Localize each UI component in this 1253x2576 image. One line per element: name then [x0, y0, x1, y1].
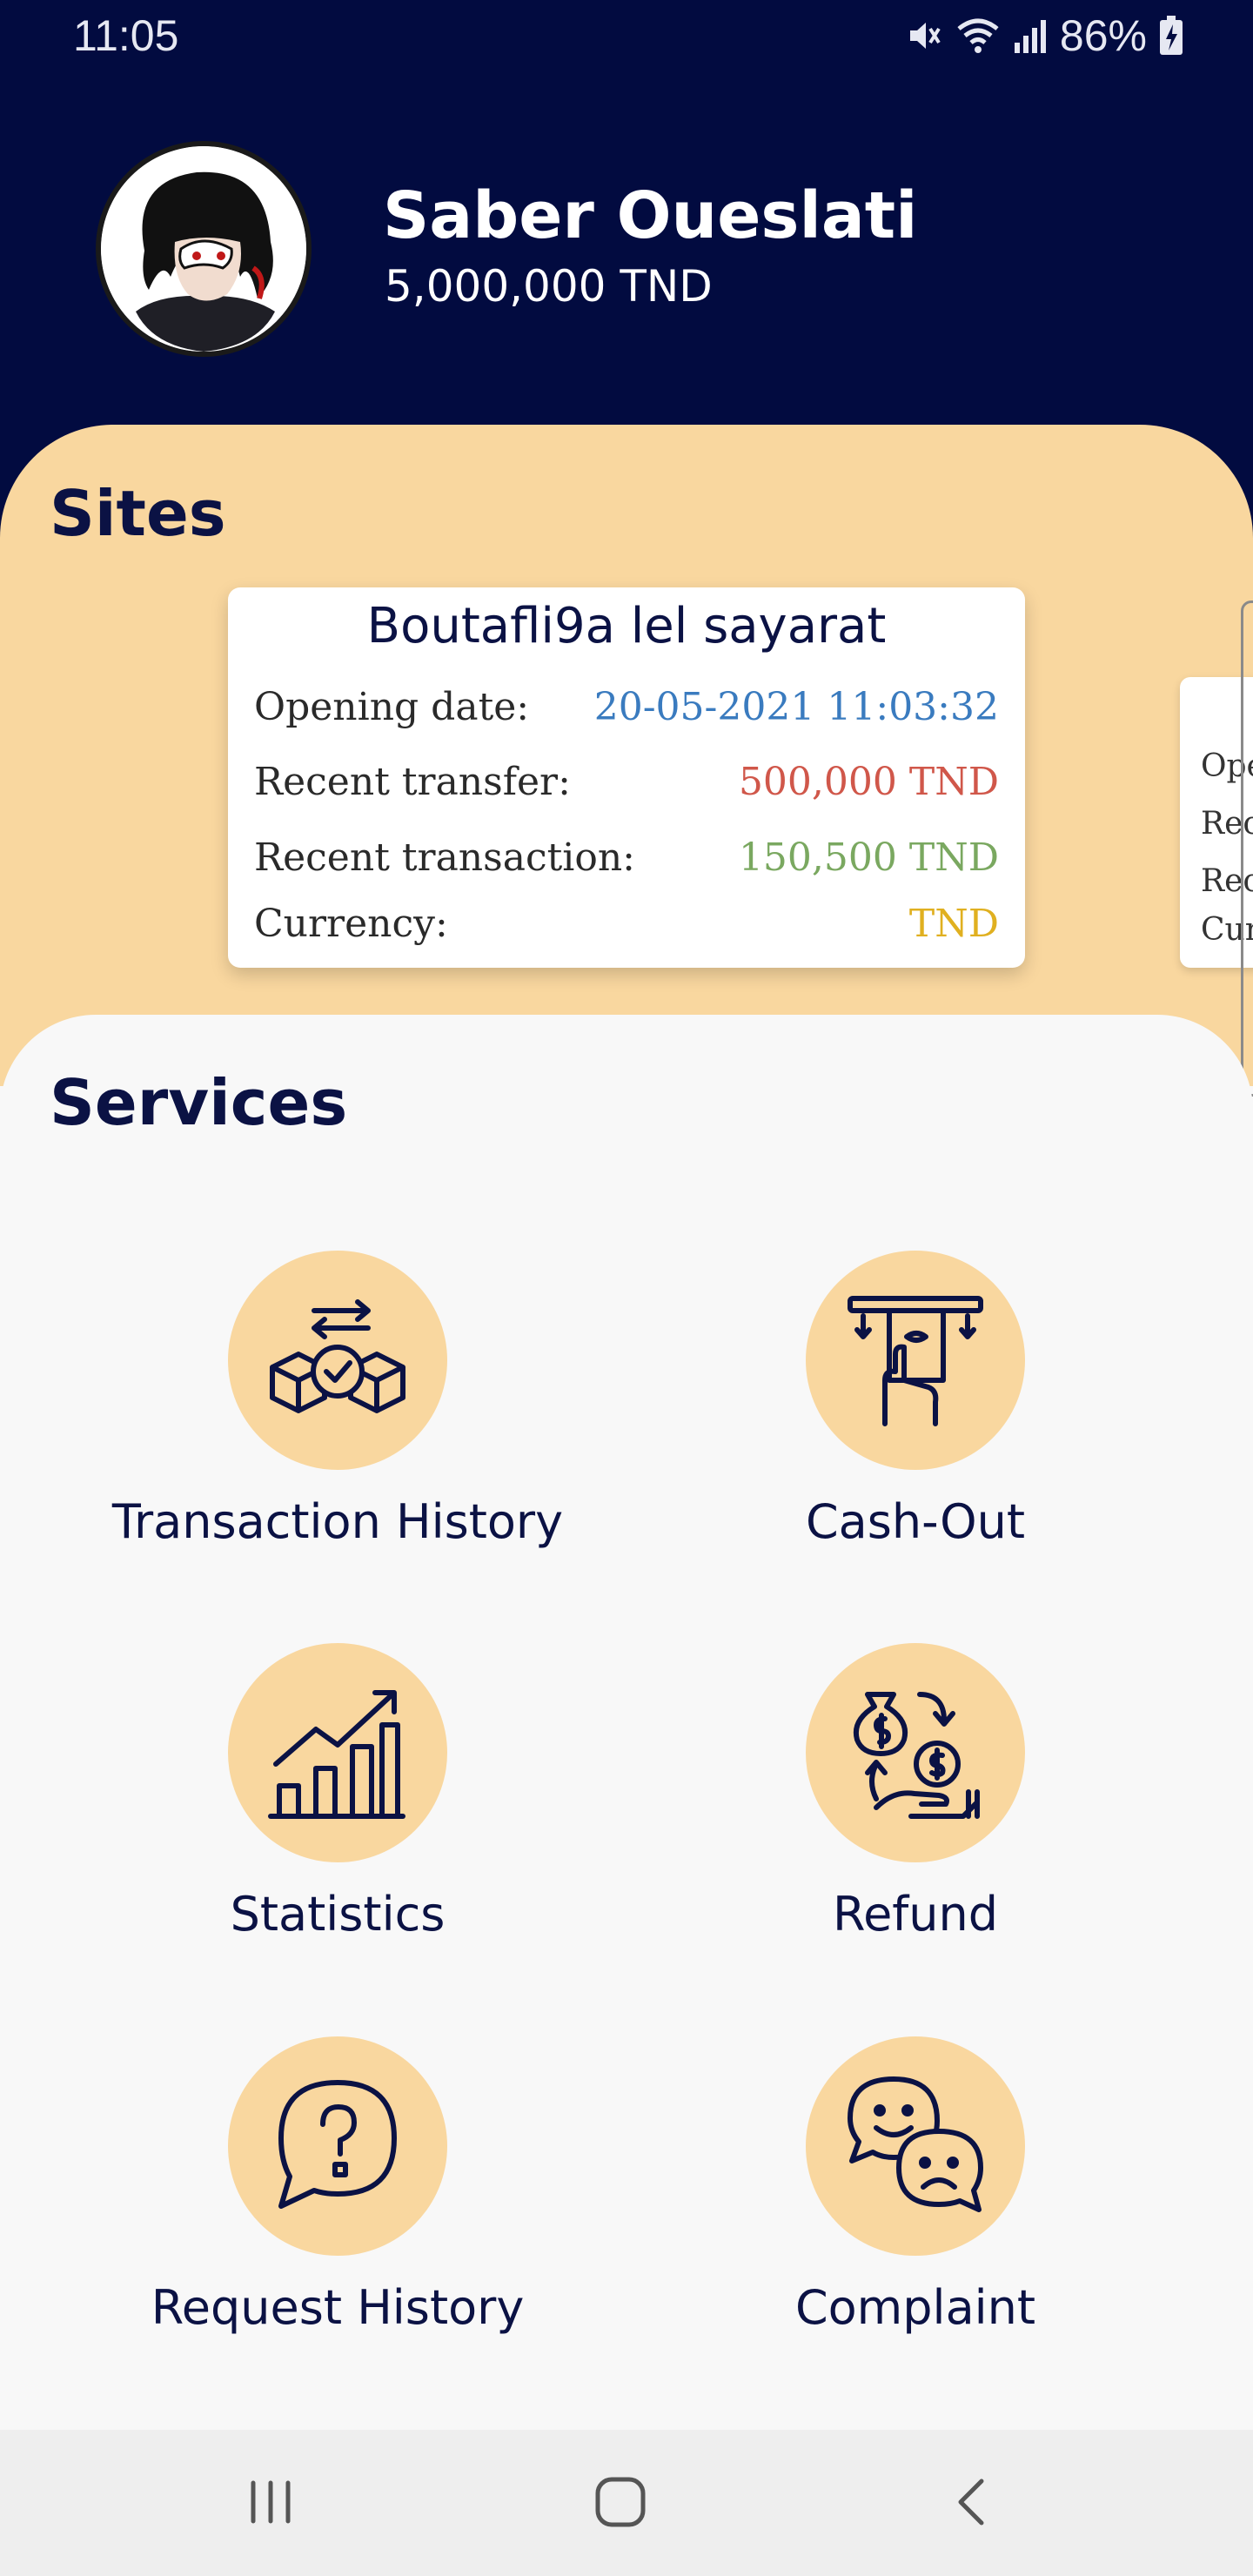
service-label: Statistics	[230, 1887, 446, 1942]
service-label: Cash-Out	[805, 1494, 1026, 1549]
card-row-recent-transfer: Recent transfer: 500,000 TND	[254, 760, 999, 804]
back-button[interactable]	[933, 2465, 1011, 2543]
service-cash-out[interactable]: Cash-Out	[637, 1251, 1194, 1564]
service-icon-circle	[228, 1643, 447, 1862]
happy-sad-faces-icon	[841, 2070, 989, 2222]
transaction-exchange-icon	[264, 1285, 412, 1436]
recent-apps-icon	[245, 2476, 297, 2532]
card-row-opening-date: Opening date: 20-05-2021 11:03:32	[254, 685, 999, 729]
status-icons: 86%	[905, 10, 1183, 61]
money-refund-icon	[841, 1677, 989, 1828]
site-card[interactable]: Boutafli9a lel sayarat Opening date: 20-…	[228, 587, 1025, 968]
service-icon-circle	[806, 2036, 1025, 2256]
status-bar: 11:05 86%	[0, 0, 1253, 73]
atm-cash-out-icon	[841, 1285, 989, 1436]
card-row-label: Recent transfer:	[254, 760, 571, 804]
service-transaction-history[interactable]: Transaction History	[59, 1251, 616, 1564]
system-nav-bar	[0, 2430, 1253, 2576]
card-row-label: Opening date:	[254, 685, 530, 729]
sites-title: Sites	[50, 477, 226, 550]
card-row-value: 20-05-2021 11:03:32	[593, 685, 999, 729]
user-name: Saber Oueslati	[383, 178, 918, 253]
card-row-value: 500,000 TND	[738, 760, 999, 804]
card-row-label: Currency:	[254, 902, 448, 946]
signal-icon	[1013, 17, 1048, 55]
home-icon	[593, 2474, 648, 2533]
growth-chart-icon	[264, 1677, 412, 1828]
card-row-currency: Currency: TND	[254, 902, 999, 946]
service-label: Transaction History	[111, 1494, 564, 1549]
service-statistics[interactable]: Statistics	[59, 1643, 616, 1956]
service-label: Request History	[151, 2280, 525, 2335]
service-icon-circle	[806, 1643, 1025, 1862]
services-title: Services	[50, 1066, 348, 1139]
question-bubble-icon	[264, 2070, 412, 2222]
service-icon-circle	[228, 1251, 447, 1470]
battery-charging-icon	[1159, 16, 1183, 56]
service-request-history[interactable]: Request History	[59, 2036, 616, 2350]
home-button[interactable]	[581, 2465, 660, 2543]
status-time: 11:05	[73, 11, 179, 60]
service-refund[interactable]: Refund	[637, 1643, 1194, 1956]
battery-percent: 86%	[1059, 11, 1147, 60]
back-icon	[950, 2476, 994, 2532]
mute-icon	[905, 17, 943, 55]
service-icon-circle	[806, 1251, 1025, 1470]
avatar[interactable]	[96, 141, 312, 357]
card-row-value: TND	[908, 902, 999, 946]
card-row-recent-transaction: Recent transaction: 150,500 TND	[254, 835, 999, 880]
card-row-value: 150,500 TND	[738, 835, 999, 880]
user-balance: 5,000,000 TND	[385, 261, 713, 312]
service-label: Refund	[832, 1887, 999, 1942]
card-row-label: Recent transaction:	[254, 835, 636, 880]
service-icon-circle	[228, 2036, 447, 2256]
wifi-icon	[955, 17, 1001, 55]
recent-apps-button[interactable]	[231, 2465, 310, 2543]
site-card-edge	[1241, 600, 1253, 1097]
site-card-title: Boutafli9a lel sayarat	[366, 598, 887, 654]
service-complaint[interactable]: Complaint	[637, 2036, 1194, 2350]
service-label: Complaint	[794, 2280, 1036, 2335]
